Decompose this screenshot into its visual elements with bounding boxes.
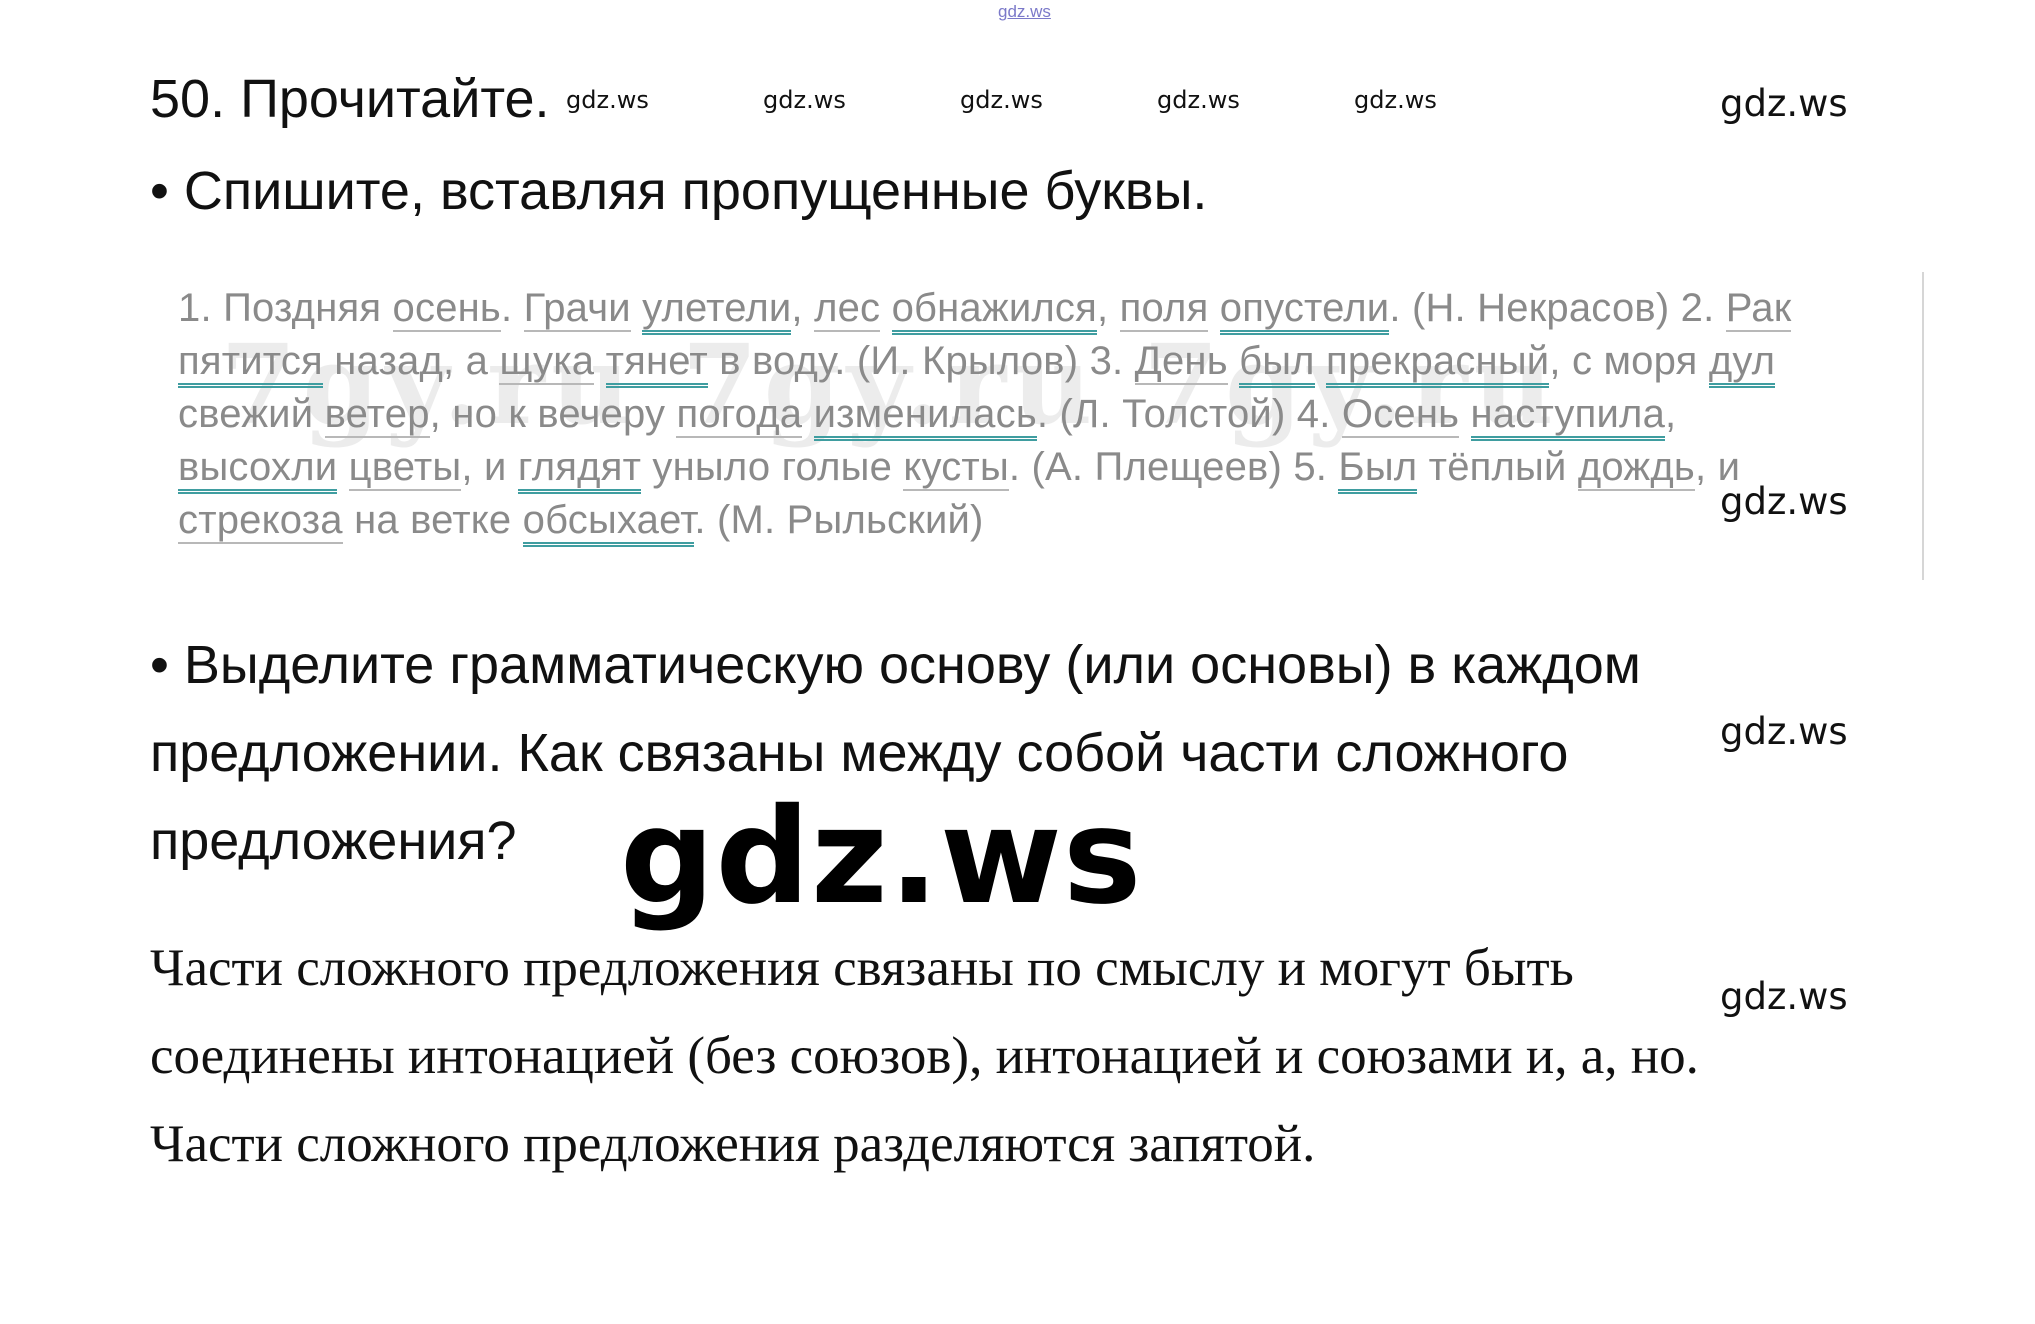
watermark: gdz.ws [960, 86, 1043, 114]
answer-line: Части сложного предложения разделяются з… [150, 1115, 1316, 1173]
predicate-word: был [1239, 339, 1315, 388]
plain-text: , с моря [1549, 339, 1709, 383]
exercise-text-line: пятится назад, а щука тянет в воду. (И. … [178, 335, 1918, 388]
plain-text: . [500, 286, 524, 330]
plain-text [1315, 339, 1326, 383]
predicate-word: наступила [1470, 392, 1666, 441]
plain-text [802, 392, 813, 436]
big-watermark: gdz.ws [620, 780, 1143, 934]
plain-text [337, 445, 348, 489]
plain-text [631, 286, 642, 330]
subject-word: стрекоза [178, 498, 343, 544]
plain-text: в воду. (И. Крылов) 3. [707, 339, 1135, 383]
exercise-text-line: свежий ветер, но к вечеру погода изменил… [178, 388, 1918, 441]
plain-text: , [791, 286, 815, 330]
exercise-text-line: высохли цветы, и глядят уныло голые куст… [178, 441, 1918, 494]
watermark: gdz.ws [1720, 710, 1848, 753]
exercise-title: 50. Прочитайте. [150, 69, 550, 129]
watermark: gdz.ws [1157, 86, 1240, 114]
watermark: gdz.ws [1720, 975, 1848, 1018]
subject-word: ветер [324, 392, 430, 438]
predicate-word: изменилась [813, 392, 1037, 441]
top-watermark: gdz.ws [998, 2, 1051, 21]
plain-text: , [1096, 286, 1120, 330]
plain-text: назад, а [322, 339, 500, 383]
predicate-word: опустели [1219, 286, 1390, 335]
plain-text [1208, 286, 1219, 330]
plain-text: , но к вечеру [429, 392, 677, 436]
plain-text: свежий [178, 392, 325, 436]
watermark: gdz.ws [763, 86, 846, 114]
answer-line: соединены интонацией (без союзов), интон… [150, 1027, 1699, 1085]
plain-text: , и [461, 445, 518, 489]
plain-text: , и [1694, 445, 1741, 489]
plain-text: . (А. Плещеев) 5. [1008, 445, 1339, 489]
plain-text: на ветке [342, 498, 523, 542]
predicate-word: пятится [178, 339, 323, 388]
exercise-text: 1. Поздняя осень. Грачи улетели, лес обн… [178, 282, 1918, 547]
plain-text [880, 286, 891, 330]
subject-word: День [1134, 339, 1228, 385]
subject-word: Осень [1341, 392, 1460, 438]
plain-text [594, 339, 605, 383]
predicate-word: обнажился [891, 286, 1097, 335]
watermark: gdz.ws [1354, 86, 1437, 114]
subject-word: кусты [903, 445, 1009, 491]
subject-word: поля [1119, 286, 1209, 332]
watermark: gdz.ws [1720, 82, 1848, 125]
subject-word: Рак [1725, 286, 1792, 332]
subject-word: осень [392, 286, 501, 332]
plain-text: . (М. Рыльский) [694, 498, 984, 542]
plain-text: . (Л. Толстой) 4. [1036, 392, 1342, 436]
predicate-word: дул [1708, 339, 1776, 388]
predicate-word: глядят [517, 445, 642, 494]
answer-line: Части сложного предложения связаны по см… [150, 939, 1574, 997]
exercise-text-line: 1. Поздняя осень. Грачи улетели, лес обн… [178, 282, 1918, 335]
vertical-divider [1922, 272, 1924, 580]
instruction-copy: • Спишите, вставляя пропущенные буквы. [150, 161, 1208, 221]
subject-word: дождь [1577, 445, 1695, 491]
plain-text: . (Н. Некрасов) 2. [1389, 286, 1726, 330]
instruction-line: • Выделите грамматическую основу (или ос… [150, 635, 1641, 695]
subject-word: цветы [348, 445, 462, 491]
predicate-word: Был [1338, 445, 1418, 494]
predicate-word: обсыхает [522, 498, 695, 547]
predicate-word: высохли [178, 445, 338, 494]
watermark: gdz.ws [566, 86, 649, 114]
predicate-word: улетели [642, 286, 792, 335]
subject-word: лес [814, 286, 881, 332]
plain-text [1459, 392, 1470, 436]
answer-text: Части сложного предложения связаны по см… [150, 924, 1699, 1188]
predicate-word: тянет [605, 339, 708, 388]
predicate-word: прекрасный [1326, 339, 1550, 388]
exercise-text-line: стрекоза на ветке обсыхает. (М. Рыльский… [178, 494, 1918, 547]
plain-text: , [1665, 392, 1677, 436]
subject-word: щука [499, 339, 595, 385]
subject-word: погода [676, 392, 803, 438]
plain-text [1228, 339, 1239, 383]
plain-text: тёплый [1417, 445, 1578, 489]
plain-text: 1. Поздняя [178, 286, 393, 330]
subject-word: Грачи [523, 286, 631, 332]
plain-text: уныло голые [641, 445, 904, 489]
